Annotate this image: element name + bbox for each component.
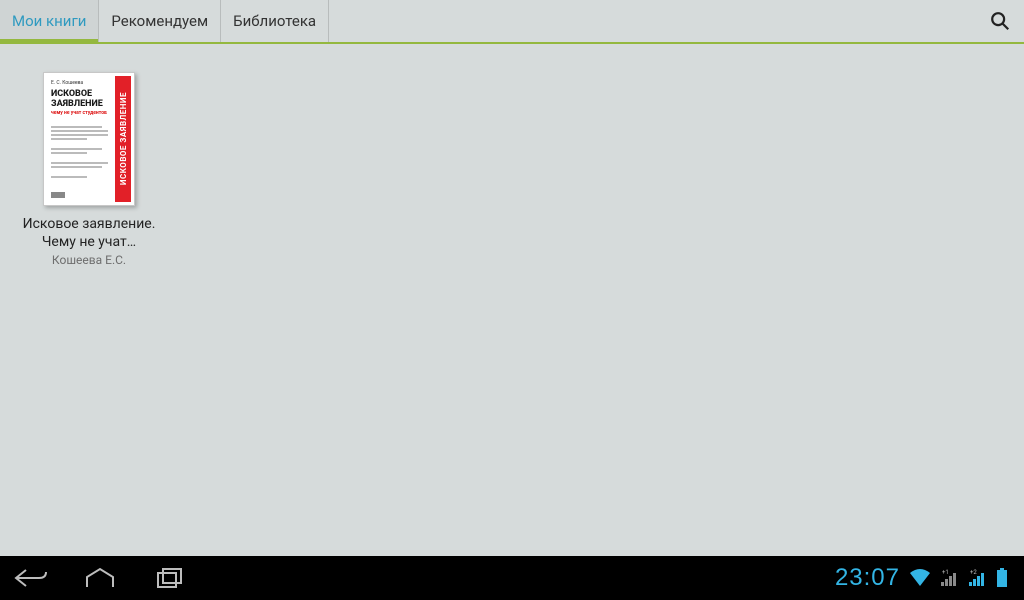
book-title: Исковое заявление. Чему не учат… [9,216,169,251]
tab-my-books[interactable]: Мои книги [0,0,99,42]
cover-spine: ИСКОВОЕ ЗАЯВЛЕНИЕ [115,76,131,202]
book-cover: Е. С. Кошеева ИСКОВОЕ ЗАЯВЛЕНИЕ чему не … [43,72,135,206]
recents-button[interactable] [150,564,190,592]
cover-fake-text [51,126,111,178]
nav-left-group [10,564,190,592]
tab-library[interactable]: Библиотека [221,0,329,42]
svg-text:+1: +1 [942,569,949,576]
tab-label: Библиотека [233,12,316,30]
book-cover-body: Е. С. Кошеева ИСКОВОЕ ЗАЯВЛЕНИЕ чему не … [47,76,131,202]
signal-sim2-icon: +2 [968,568,988,588]
search-icon [989,10,1011,32]
wifi-icon [908,568,932,588]
battery-icon [996,568,1008,588]
search-button[interactable] [976,0,1024,42]
book-author: Кошеева Е.С. [52,253,126,267]
cover-title-line-2: ЗАЯВЛЕНИЕ [51,100,111,109]
spine-text: ИСКОВОЕ ЗАЯВЛЕНИЕ [119,92,128,185]
status-clock: 23:07 [835,564,900,592]
cover-title-line-1: ИСКОВОЕ [51,90,111,99]
home-icon [83,567,117,589]
topbar-spacer [329,0,976,42]
home-button[interactable] [80,564,120,592]
content-area: Е. С. Кошеева ИСКОВОЕ ЗАЯВЛЕНИЕ чему не … [0,44,1024,556]
cover-author-line: Е. С. Кошеева [51,80,111,86]
android-navbar: 23:07 +1 +2 [0,556,1024,600]
cover-publisher-mark [51,192,65,198]
tab-recommended[interactable]: Рекомендуем [99,0,221,42]
signal-sim1-icon: +1 [940,568,960,588]
tabs: Мои книги Рекомендуем Библиотека [0,0,329,42]
recents-icon [153,567,187,589]
tab-label: Рекомендуем [111,12,208,30]
tab-label: Мои книги [12,12,86,30]
cover-subtitle: чему не учат студентов [51,111,111,117]
back-button[interactable] [10,564,50,592]
nav-right-group: 23:07 +1 +2 [835,564,1008,592]
svg-text:+2: +2 [970,569,977,576]
back-icon [13,567,47,589]
topbar: Мои книги Рекомендуем Библиотека [0,0,1024,44]
book-card[interactable]: Е. С. Кошеева ИСКОВОЕ ЗАЯВЛЕНИЕ чему не … [14,72,164,267]
